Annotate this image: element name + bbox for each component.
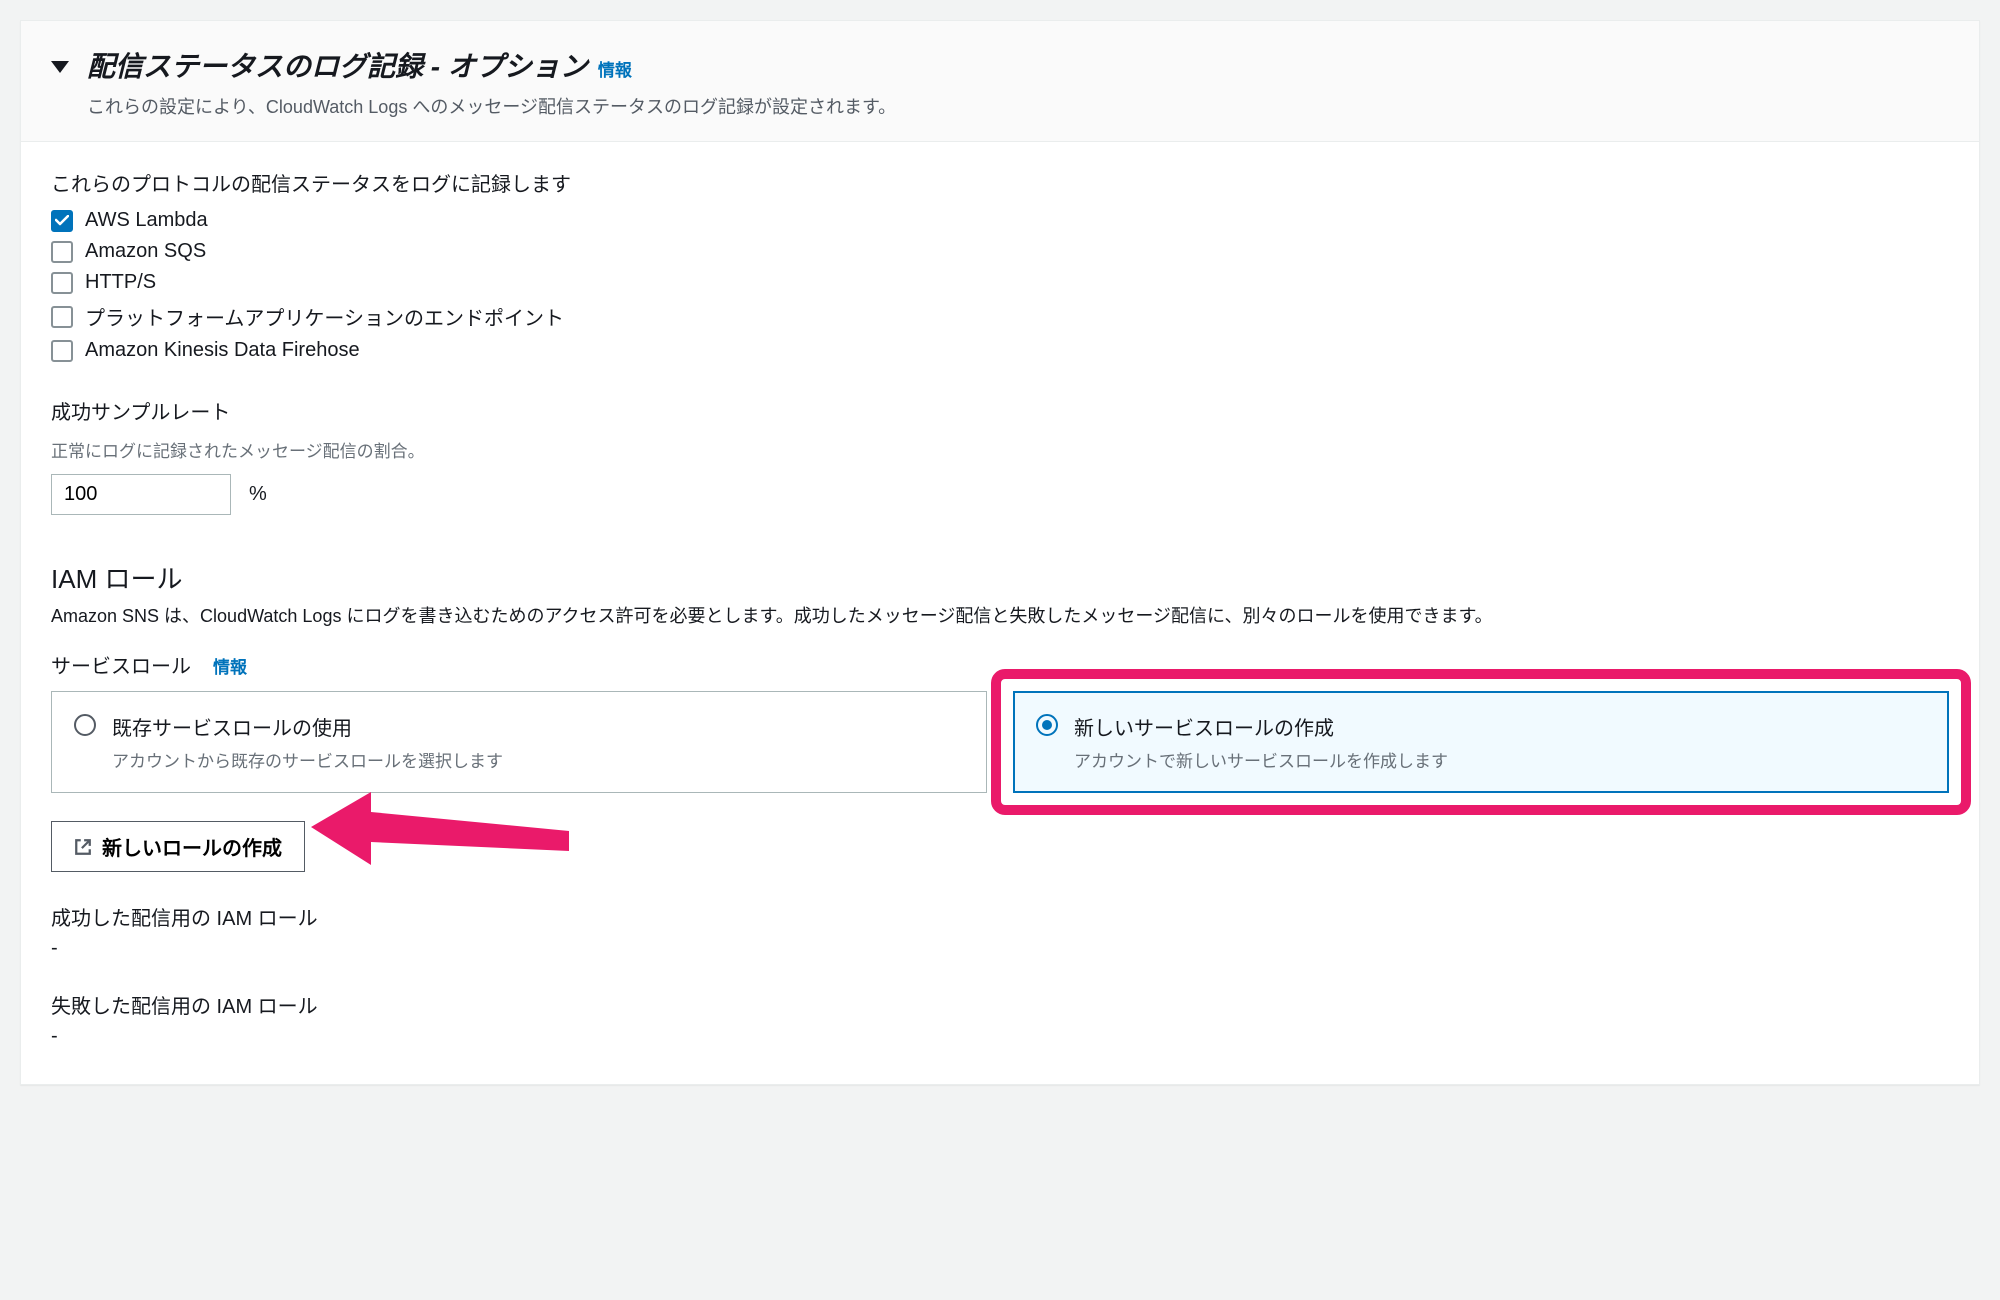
service-role-label: サービスロール: [51, 650, 191, 679]
create-new-role-button[interactable]: 新しいロールの作成: [51, 821, 305, 872]
sample-rate-input[interactable]: [51, 474, 231, 515]
sample-rate-help: 正常にログに記録されたメッセージ配信の割合。: [51, 437, 1949, 462]
checkbox-icon[interactable]: [51, 306, 73, 328]
checkbox-aws-lambda[interactable]: AWS Lambda: [51, 209, 1949, 232]
iam-heading: IAM ロール: [51, 559, 1949, 596]
failure-role-value: -: [51, 1025, 1949, 1048]
radio-title: 既存サービスロールの使用: [112, 712, 503, 741]
radio-desc: アカウントから既存のサービスロールを選択します: [112, 747, 503, 772]
protocols-label: これらのプロトコルの配信ステータスをログに記録します: [51, 168, 1949, 197]
service-role-options: 既存サービスロールの使用 アカウントから既存のサービスロールを選択します 新しい…: [51, 691, 1949, 793]
radio-desc: アカウントで新しいサービスロールを作成します: [1074, 747, 1448, 772]
checkbox-icon[interactable]: [51, 272, 73, 294]
failure-role-label: 失敗した配信用の IAM ロール: [51, 990, 1949, 1019]
success-role-value: -: [51, 937, 1949, 960]
checkbox-label: AWS Lambda: [85, 209, 208, 232]
external-link-icon: [74, 838, 92, 856]
checkbox-icon[interactable]: [51, 241, 73, 263]
info-link[interactable]: 情報: [598, 56, 632, 81]
radio-icon: [1036, 714, 1058, 736]
radio-icon: [74, 714, 96, 736]
checkbox-label: Amazon Kinesis Data Firehose: [85, 339, 360, 362]
panel-subtitle: これらの設定により、CloudWatch Logs へのメッセージ配信ステータス…: [87, 93, 1949, 119]
sample-rate-unit: %: [249, 483, 267, 506]
checkbox-label: Amazon SQS: [85, 240, 206, 263]
checkbox-amazon-sqs[interactable]: Amazon SQS: [51, 240, 1949, 263]
radio-title: 新しいサービスロールの作成: [1074, 712, 1448, 741]
radio-existing-role[interactable]: 既存サービスロールの使用 アカウントから既存のサービスロールを選択します: [51, 691, 987, 793]
checkbox-https[interactable]: HTTP/S: [51, 271, 1949, 294]
delivery-status-panel: 配信ステータスのログ記録 - オプション 情報 これらの設定により、CloudW…: [20, 20, 1980, 1085]
panel-body: これらのプロトコルの配信ステータスをログに記録します AWS Lambda Am…: [21, 142, 1979, 1084]
success-role-label: 成功した配信用の IAM ロール: [51, 902, 1949, 931]
checkbox-label: プラットフォームアプリケーションのエンドポイント: [85, 302, 564, 331]
collapse-caret-icon[interactable]: [51, 61, 69, 73]
service-role-info-link[interactable]: 情報: [213, 653, 247, 678]
sample-rate-label: 成功サンプルレート: [51, 396, 1949, 425]
checkbox-icon[interactable]: [51, 210, 73, 232]
annotation-arrow-icon: [311, 787, 571, 897]
checkbox-platform-endpoint[interactable]: プラットフォームアプリケーションのエンドポイント: [51, 302, 1949, 331]
button-label: 新しいロールの作成: [102, 832, 282, 861]
iam-desc: Amazon SNS は、CloudWatch Logs にログを書き込むための…: [51, 602, 1949, 628]
checkbox-label: HTTP/S: [85, 271, 156, 294]
checkbox-icon[interactable]: [51, 340, 73, 362]
radio-new-role[interactable]: 新しいサービスロールの作成 アカウントで新しいサービスロールを作成します: [1013, 691, 1949, 793]
panel-header: 配信ステータスのログ記録 - オプション 情報 これらの設定により、CloudW…: [21, 21, 1979, 142]
checkbox-kinesis-firehose[interactable]: Amazon Kinesis Data Firehose: [51, 339, 1949, 362]
panel-title: 配信ステータスのログ記録 - オプション: [87, 45, 588, 85]
